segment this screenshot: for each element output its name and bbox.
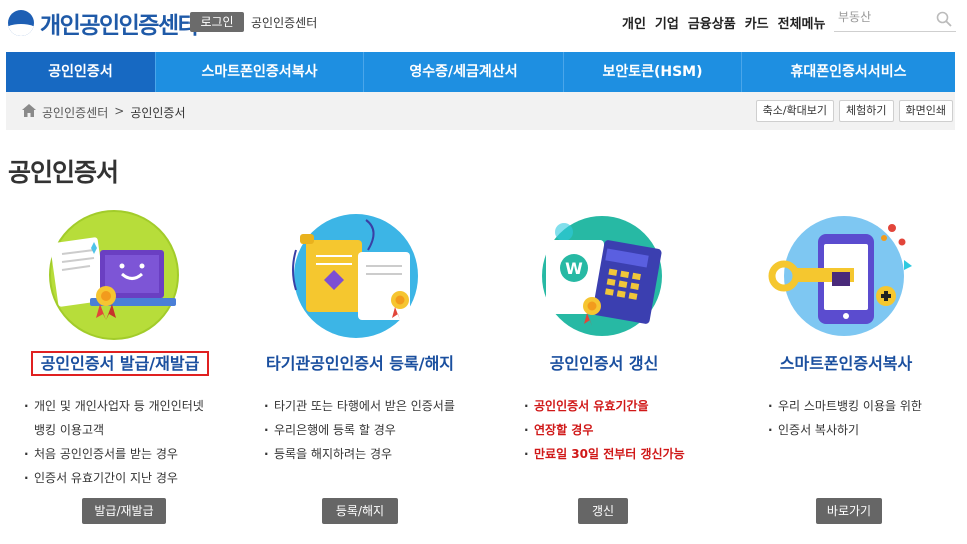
- breadcrumb-separator: >: [114, 104, 125, 118]
- breadcrumb-current: 공인인증서: [130, 106, 186, 120]
- renew-button[interactable]: 갱신: [578, 498, 628, 524]
- tab-mobile-certificate[interactable]: 휴대폰인증서서비스: [742, 52, 955, 92]
- list-item: 처음 공인인증서를 받는 경우: [24, 442, 204, 466]
- search-icon[interactable]: [936, 11, 952, 27]
- card-smartphone-copy-list: 우리 스마트뱅킹 이용을 위한 인증서 복사하기: [768, 394, 922, 442]
- card-smartphone-copy-title[interactable]: 스마트폰인증서복사: [726, 350, 966, 374]
- register-button[interactable]: 등록/해지: [322, 498, 398, 524]
- breadcrumb-home[interactable]: 공인인증센터: [42, 104, 108, 121]
- list-item: 뱅킹 이용고객: [34, 423, 105, 437]
- logo-icon: [8, 10, 34, 36]
- zoom-button[interactable]: 축소/확대보기: [755, 100, 835, 122]
- list-item: 연장할 경우: [524, 418, 685, 442]
- card-register-list: 타기관 또는 타행에서 받은 인증서를 우리은행에 등록 할 경우 등록을 해지…: [264, 394, 455, 466]
- search-input[interactable]: [838, 10, 930, 24]
- list-item: 우리 스마트뱅킹 이용을 위한: [768, 394, 922, 418]
- smartphone-key-icon: [768, 216, 912, 336]
- list-item: 타기관 또는 타행에서 받은 인증서를: [264, 394, 455, 418]
- list-item: 등록을 해지하려는 경우: [264, 442, 455, 466]
- login-button[interactable]: 로그인: [190, 12, 244, 32]
- home-icon[interactable]: [22, 104, 36, 117]
- shortcut-button[interactable]: 바로가기: [816, 498, 882, 524]
- card-issue-list: 개인 및 개인사업자 등 개인인터넷 뱅킹 이용고객 처음 공인인증서를 받는 …: [24, 394, 204, 490]
- topnav-business[interactable]: 기업: [655, 13, 679, 32]
- list-item: 개인 및 개인사업자 등 개인인터넷: [24, 394, 204, 418]
- topnav-products[interactable]: 금융상품: [688, 13, 736, 32]
- page-title: 공인인증서: [8, 158, 119, 187]
- topnav-personal[interactable]: 개인: [622, 13, 646, 32]
- card-renew-list: 공인인증서 유효기간을 연장할 경우 만료일 30일 전부터 갱신가능: [524, 394, 685, 466]
- list-item: 인증서 복사하기: [768, 418, 922, 442]
- list-item: 공인인증서 유효기간을: [524, 394, 685, 418]
- issue-button[interactable]: 발급/재발급: [82, 498, 166, 524]
- calculator-certificate-icon: W: [542, 216, 662, 336]
- search-box: [834, 8, 956, 32]
- topnav-card[interactable]: 카드: [745, 13, 769, 32]
- card-issue-title[interactable]: 공인인증서 발급/재발급: [0, 350, 240, 376]
- laptop-certificate-icon: [49, 210, 179, 340]
- tab-certificate[interactable]: 공인인증서: [6, 52, 156, 92]
- site-name: 공인인증센터: [251, 16, 318, 30]
- documents-certificate-icon: [292, 214, 418, 338]
- list-item: 우리은행에 등록 할 경우: [264, 418, 455, 442]
- header: 개인공인인증센터 로그인 공인인증센터 개인 기업 금융상품 카드 전체메뉴: [0, 0, 967, 52]
- card-register-title[interactable]: 타기관공인인증서 등록/해지: [240, 350, 480, 374]
- demo-button[interactable]: 체험하기: [839, 100, 894, 122]
- logo[interactable]: 개인공인인증센터: [8, 6, 199, 40]
- page-tools: 축소/확대보기 체험하기 화면인쇄: [755, 100, 953, 122]
- print-button[interactable]: 화면인쇄: [898, 100, 953, 122]
- breadcrumb: 공인인증센터 > 공인인증서: [42, 104, 186, 121]
- tab-security-token[interactable]: 보안토큰(HSM): [564, 52, 742, 92]
- logo-text: 개인공인인증센터: [40, 13, 199, 39]
- svg-text:W: W: [565, 259, 583, 278]
- main-nav: 공인인증서 스마트폰인증서복사 영수증/세금계산서 보안토큰(HSM) 휴대폰인…: [6, 52, 955, 92]
- list-item: 만료일 30일 전부터 갱신가능: [524, 442, 685, 466]
- breadcrumb-bar: 공인인증센터 > 공인인증서 축소/확대보기 체험하기 화면인쇄: [6, 92, 955, 130]
- tab-receipt-tax-invoice[interactable]: 영수증/세금계산서: [364, 52, 564, 92]
- card-renew-title[interactable]: 공인인증서 갱신: [484, 350, 724, 374]
- topnav-all-menu[interactable]: 전체메뉴: [778, 13, 826, 32]
- top-nav: 개인 기업 금융상품 카드 전체메뉴: [622, 13, 825, 32]
- tab-smartphone-copy[interactable]: 스마트폰인증서복사: [156, 52, 364, 92]
- list-item: 인증서 유효기간이 지난 경우: [24, 466, 204, 490]
